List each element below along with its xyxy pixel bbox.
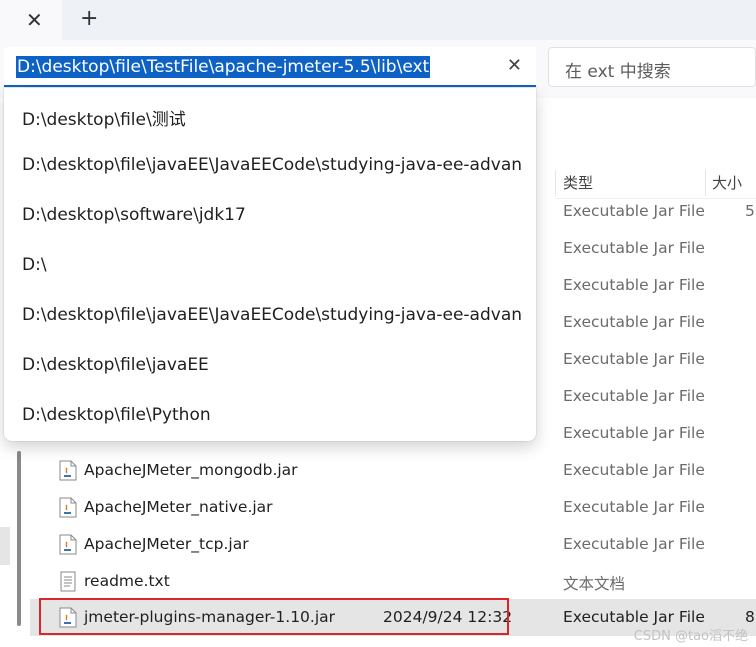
search-input[interactable]: 在 ext 中搜索 xyxy=(548,47,756,87)
table-row[interactable]: ApacheJMeter_tcp.jar Executable Jar File xyxy=(30,526,756,563)
search-placeholder: 在 ext 中搜索 xyxy=(565,62,671,82)
file-type: Executable Jar File xyxy=(563,276,705,294)
file-type: 文本文档 xyxy=(563,575,626,593)
column-size[interactable]: 大小 xyxy=(712,172,742,193)
close-icon[interactable]: ✕ xyxy=(507,55,522,76)
file-type: Executable Jar File xyxy=(563,461,705,479)
file-size: 5 xyxy=(745,202,755,220)
tab-current[interactable]: ✕ xyxy=(0,0,62,40)
file-name: ApacheJMeter_tcp.jar xyxy=(84,535,249,553)
suggestion-text: D:\desktop\file\javaEE\JavaEECode\studyi… xyxy=(22,305,522,325)
table-row[interactable]: ApacheJMeter_native.jar Executable Jar F… xyxy=(30,489,756,526)
suggestion-item[interactable]: D:\desktop\file\javaEE xyxy=(4,340,536,390)
file-type: Executable Jar File xyxy=(563,313,705,331)
navigation-selected-item[interactable] xyxy=(0,527,10,565)
text-file-icon xyxy=(60,571,76,592)
suggestion-text: D:\desktop\file\Python xyxy=(22,405,211,425)
suggestion-text: D:\desktop\software\jdk17 xyxy=(22,205,246,225)
address-input[interactable]: D:\desktop\file\TestFile\apache-jmeter-5… xyxy=(16,56,431,78)
jar-file-icon xyxy=(59,460,77,481)
file-type: Executable Jar File xyxy=(563,498,705,516)
suggestion-text: D:\desktop\file\测试 xyxy=(22,110,186,130)
jar-file-icon xyxy=(59,534,77,555)
close-icon[interactable]: ✕ xyxy=(26,8,43,32)
address-bar[interactable]: D:\desktop\file\TestFile\apache-jmeter-5… xyxy=(4,47,536,87)
jar-file-icon xyxy=(59,497,77,518)
file-name: ApacheJMeter_mongodb.jar xyxy=(84,461,298,479)
suggestion-item[interactable]: D:\ xyxy=(4,240,536,290)
suggestion-item[interactable]: D:\desktop\software\jdk17 xyxy=(4,190,536,240)
suggestion-text: D:\desktop\file\javaEE\JavaEECode\studyi… xyxy=(22,155,522,175)
suggestion-text: D:\ xyxy=(22,255,47,275)
table-row[interactable]: readme.txt 文本文档 xyxy=(30,563,756,600)
suggestion-item[interactable]: D:\desktop\file\测试 xyxy=(4,90,536,140)
file-type: Executable Jar File xyxy=(563,535,705,553)
column-type[interactable]: 类型 xyxy=(563,172,593,193)
file-type: Executable Jar File xyxy=(563,424,705,442)
highlight-annotation xyxy=(39,598,509,635)
suggestion-item[interactable]: D:\desktop\file\Python xyxy=(4,390,536,440)
suggestion-item[interactable]: D:\desktop\file\javaEE\JavaEECode\studyi… xyxy=(4,290,536,340)
file-size: 8 xyxy=(745,608,755,626)
file-type: Executable Jar File xyxy=(563,202,705,220)
file-type: Executable Jar File xyxy=(563,350,705,368)
watermark: CSDN @tao滔不绝 xyxy=(633,629,748,644)
suggestion-text: D:\desktop\file\javaEE xyxy=(22,355,209,375)
suggestion-item[interactable]: D:\desktop\file\javaEE\JavaEECode\studyi… xyxy=(4,140,536,190)
plus-icon[interactable]: + xyxy=(80,6,98,31)
file-type: Executable Jar File xyxy=(563,608,705,626)
navigation-scrollbar[interactable] xyxy=(17,451,21,626)
address-suggestions-dropdown: D:\desktop\file\测试 D:\desktop\file\javaE… xyxy=(4,88,536,441)
table-row[interactable]: ApacheJMeter_mongodb.jar Executable Jar … xyxy=(30,452,756,489)
file-name: readme.txt xyxy=(84,572,170,590)
file-type: Executable Jar File xyxy=(563,387,705,405)
file-type: Executable Jar File xyxy=(563,239,705,257)
file-name: ApacheJMeter_native.jar xyxy=(84,498,273,516)
tab-strip: ✕ + xyxy=(0,0,756,40)
